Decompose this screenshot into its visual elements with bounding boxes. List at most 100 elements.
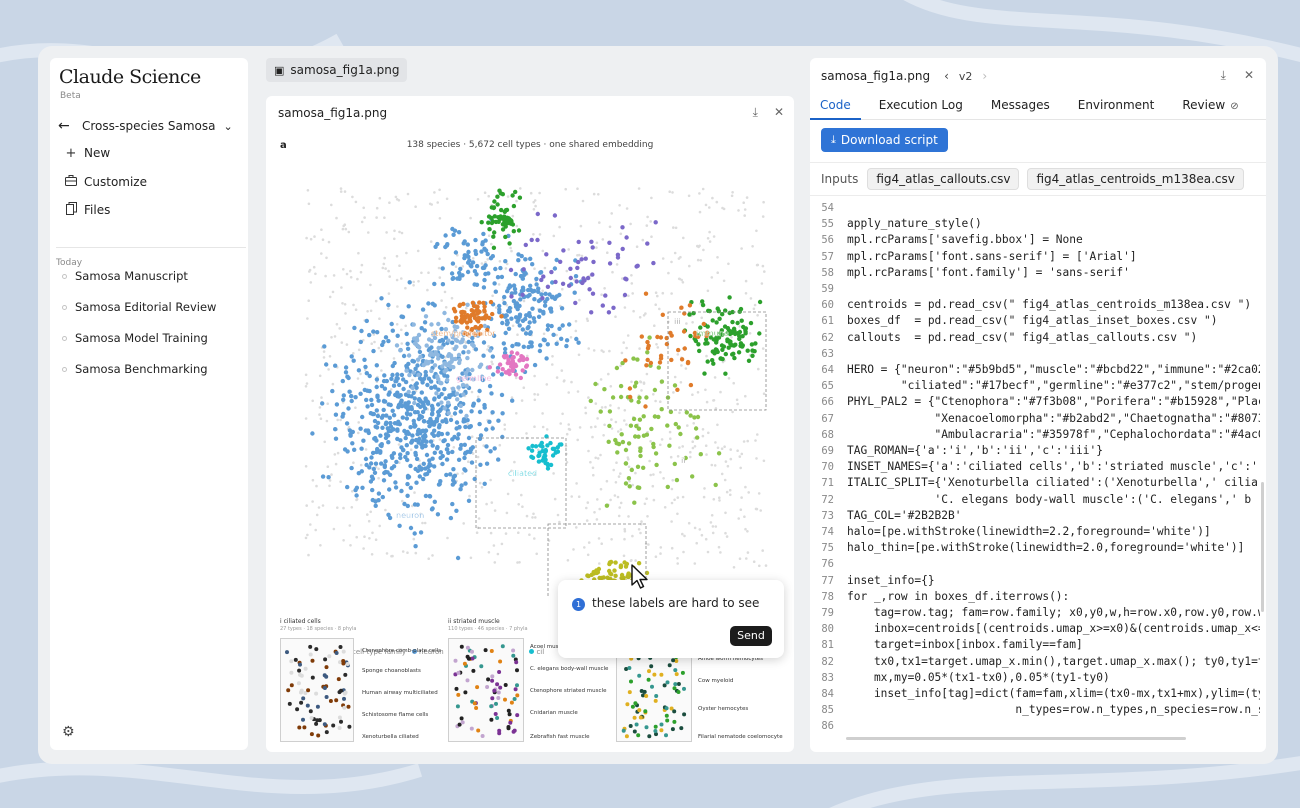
inset-point — [659, 722, 664, 727]
scatter-point — [473, 237, 478, 243]
scatter-point — [406, 393, 411, 399]
scatter-point — [463, 451, 468, 456]
scatter-point — [655, 334, 660, 340]
scatter-point — [450, 261, 456, 266]
file-tab[interactable]: ▣ samosa_fig1a.png — [266, 58, 408, 82]
scatter-point — [559, 336, 564, 341]
scatter-point — [581, 276, 586, 281]
chevron-left-icon[interactable]: ‹ — [944, 69, 949, 83]
scatter-point — [304, 373, 308, 377]
scatter-point — [465, 306, 468, 310]
history-item[interactable]: Samosa Model Training — [62, 329, 208, 347]
tab-environment[interactable]: Environment — [1068, 94, 1165, 120]
code-text: "Xenacoelomorpha":"#b2abd2","Chaetognath… — [847, 411, 1260, 425]
scatter-point — [505, 289, 510, 294]
code-line: 77 inset_info={} — [810, 573, 934, 589]
code-editor[interactable]: 54 55 apply_nature_style() 56 mpl.rcParams['… — [810, 198, 1260, 744]
scatter-point — [500, 411, 505, 416]
files-button[interactable]: Files — [64, 201, 110, 219]
scatter-point — [698, 528, 702, 531]
scatter-point — [615, 461, 618, 465]
project-selector[interactable]: ← Cross-species Samosa ⌄ — [58, 116, 238, 136]
scatter-point — [367, 332, 372, 338]
scatter-point — [378, 524, 381, 528]
scatter-point — [567, 248, 570, 251]
inputs-label: Inputs — [821, 172, 859, 186]
scatter-point — [702, 495, 706, 499]
scatter-point — [450, 386, 456, 391]
tab-execution-log[interactable]: Execution Log — [869, 94, 973, 120]
tab-messages[interactable]: Messages — [981, 94, 1060, 120]
scatter-point — [440, 266, 445, 271]
scatter-point — [367, 231, 370, 234]
inset-point — [507, 712, 512, 717]
scatter-point — [669, 437, 672, 441]
scatter-point — [652, 414, 658, 419]
download-script-button[interactable]: ⤓ Download script — [821, 128, 948, 152]
new-button[interactable]: + New — [64, 144, 111, 162]
history-item[interactable]: Samosa Benchmarking — [62, 360, 208, 378]
chevron-right-icon[interactable]: › — [982, 69, 987, 83]
inset-point — [334, 651, 339, 655]
input-file-chip[interactable]: fig4_atlas_callouts.csv — [867, 168, 1020, 190]
scatter-point — [421, 461, 426, 466]
history-item[interactable]: Samosa Editorial Review — [62, 298, 216, 316]
scatter-point — [306, 317, 309, 320]
scatter-point — [462, 344, 468, 349]
history-item[interactable]: Samosa Manuscript — [62, 267, 188, 285]
chevron-down-icon[interactable]: ⌄ — [223, 120, 232, 133]
scatter-point — [578, 426, 582, 429]
send-button[interactable]: Send — [730, 626, 772, 646]
scatter-point — [377, 476, 380, 480]
scatter-point — [536, 314, 542, 319]
scatter-point — [683, 534, 686, 538]
scatter-point — [421, 428, 426, 433]
scatter-point — [359, 446, 364, 451]
scatter-point — [351, 358, 356, 363]
scatter-point — [713, 464, 717, 467]
scatter-point — [691, 440, 694, 444]
download-icon[interactable]: ⤓ — [753, 105, 758, 120]
download-icon[interactable]: ⤓ — [1221, 68, 1226, 83]
scatter-point — [383, 335, 389, 340]
tab-code[interactable]: Code — [810, 94, 861, 120]
scatter-point — [548, 462, 554, 468]
scatter-point — [344, 227, 348, 231]
settings-gear-icon[interactable]: ⚙ — [62, 724, 75, 740]
scatter-point — [649, 440, 652, 443]
inset-point — [289, 659, 294, 664]
close-icon[interactable]: ✕ — [1244, 68, 1254, 83]
horizontal-scrollbar[interactable] — [846, 737, 1186, 740]
scatter-point — [490, 410, 495, 415]
scatter-point — [461, 350, 466, 355]
scatter-point — [412, 400, 417, 406]
input-file-chip[interactable]: fig4_atlas_centroids_m138ea.csv — [1027, 168, 1244, 190]
scatter-point — [698, 452, 703, 457]
line-number: 55 — [821, 218, 834, 231]
scatter-point — [608, 225, 612, 229]
customize-button[interactable]: Customize — [64, 173, 147, 191]
scatter-point — [635, 357, 640, 362]
scatter-point — [433, 244, 438, 249]
scatter-point — [695, 435, 700, 440]
tab-review[interactable]: Review ⊘ — [1172, 94, 1248, 120]
vertical-scrollbar[interactable] — [1261, 482, 1264, 612]
scatter-point — [591, 435, 594, 439]
scatter-point — [643, 291, 649, 296]
scatter-point — [685, 359, 691, 365]
scatter-point — [343, 303, 347, 306]
scatter-point — [531, 516, 534, 519]
scatter-point — [488, 348, 493, 353]
check-circle-icon: ⊘ — [1230, 101, 1239, 112]
scatter-point — [405, 346, 411, 351]
scatter-point — [432, 499, 437, 504]
comment-input[interactable]: these labels are hard to see — [592, 596, 759, 610]
scatter-point — [574, 329, 578, 333]
scatter-point — [524, 356, 530, 362]
line-number: 85 — [821, 704, 834, 717]
scatter-point — [487, 194, 490, 198]
scatter-point — [731, 410, 734, 414]
close-icon[interactable]: ✕ — [774, 105, 784, 120]
back-arrow-icon[interactable]: ← — [58, 118, 74, 134]
scatter-point — [592, 349, 596, 352]
